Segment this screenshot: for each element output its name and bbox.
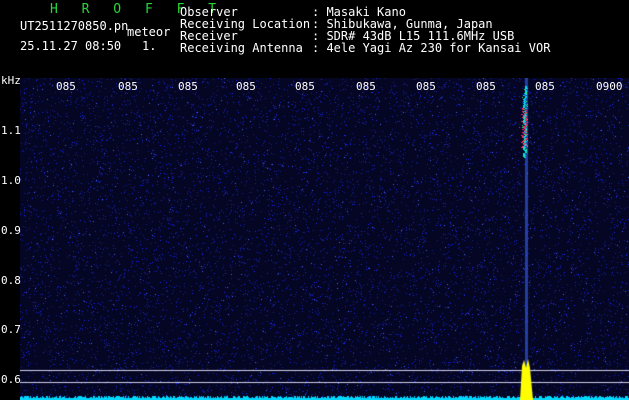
x-tick-0: 085 bbox=[56, 80, 76, 93]
y-tick-1.0: 1.0 bbox=[1, 174, 21, 187]
spectrogram-window: H R O F F T UT2511270850.pn meteor 25.11… bbox=[0, 0, 629, 400]
spectrogram-plot bbox=[20, 78, 629, 400]
x-tick-8: 085 bbox=[535, 80, 555, 93]
y-unit-label: kHz bbox=[1, 74, 21, 87]
x-tick-3: 085 bbox=[236, 80, 256, 93]
page-number: 1. bbox=[142, 39, 157, 53]
file-suffix: meteor bbox=[127, 25, 171, 39]
antenna-label: Receiving Antenna bbox=[180, 41, 303, 55]
y-tick-0.6: 0.6 bbox=[1, 373, 21, 386]
x-tick-5: 085 bbox=[356, 80, 376, 93]
y-tick-0.8: 0.8 bbox=[1, 274, 21, 287]
y-tick-0.9: 0.9 bbox=[1, 224, 21, 237]
x-tick-9: 0900 bbox=[596, 80, 623, 93]
filename: UT2511270850.pn bbox=[20, 19, 129, 33]
datetime: 25.11.27 08:50 bbox=[20, 39, 122, 53]
y-tick-1.1: 1.1 bbox=[1, 124, 21, 137]
x-tick-7: 085 bbox=[476, 80, 496, 93]
x-tick-2: 085 bbox=[178, 80, 198, 93]
x-tick-4: 085 bbox=[295, 80, 315, 93]
x-tick-1: 085 bbox=[118, 80, 138, 93]
y-tick-0.7: 0.7 bbox=[1, 323, 21, 336]
antenna-value: : 4ele Yagi Az 230 for Kansai VOR bbox=[312, 41, 551, 55]
x-tick-6: 085 bbox=[416, 80, 436, 93]
spectrogram-canvas bbox=[20, 78, 629, 400]
